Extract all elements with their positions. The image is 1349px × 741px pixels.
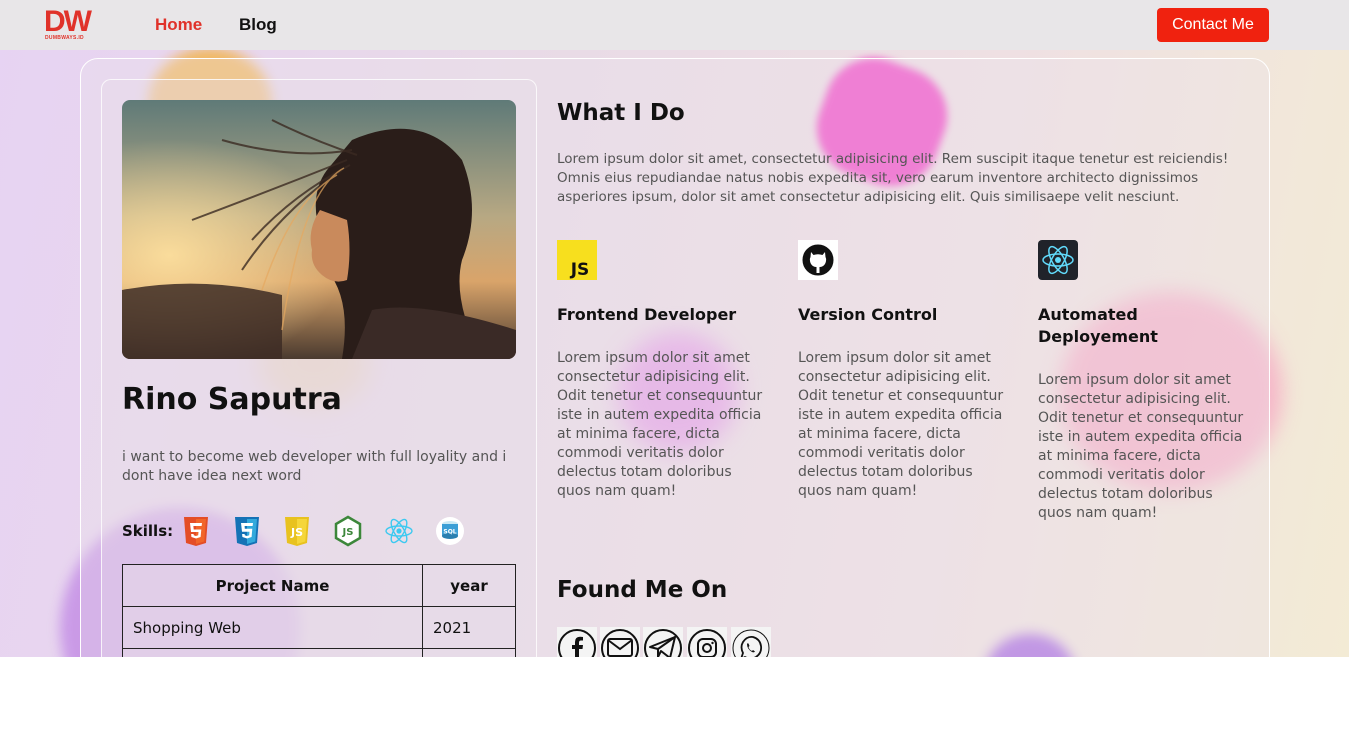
- react-icon: [1038, 240, 1078, 280]
- profile-photo-image: [122, 100, 516, 359]
- facebook-icon[interactable]: [557, 627, 597, 657]
- logo[interactable]: DW DUMBWAYS.ID: [44, 7, 96, 43]
- project-year-cell: 2021: [422, 606, 516, 649]
- nav-link-blog[interactable]: Blog: [239, 15, 277, 35]
- profile-name: Rino Saputra: [122, 382, 342, 417]
- email-icon[interactable]: [600, 627, 640, 657]
- what-i-do-intro: Lorem ipsum dolor sit amet, consectetur …: [557, 151, 1229, 205]
- projects-table: Project Name year Shopping Web 2021: [122, 564, 516, 657]
- sql-icon: SQL: [436, 517, 464, 545]
- service-title-version-control: Version Control: [798, 305, 938, 324]
- service-description-frontend: Lorem ipsum dolor sit amet consectetur a…: [557, 350, 763, 499]
- whatsapp-icon[interactable]: [731, 627, 771, 657]
- profile-photo: [122, 100, 516, 359]
- service-description-version-control: Lorem ipsum dolor sit amet consectetur a…: [798, 350, 1004, 499]
- logo-mark: DW: [44, 5, 92, 38]
- table-header-row: Project Name year: [122, 564, 516, 607]
- project-name-cell: [122, 648, 423, 657]
- html5-icon: [184, 517, 208, 546]
- what-i-do-heading: What I Do: [557, 100, 685, 126]
- github-icon: [798, 240, 838, 280]
- contact-me-button[interactable]: Contact Me: [1157, 8, 1269, 42]
- column-header-year: year: [422, 564, 516, 607]
- service-title-frontend: Frontend Developer: [557, 305, 737, 324]
- react-icon: [385, 518, 413, 544]
- javascript-icon: JS: [285, 517, 309, 546]
- instagram-icon[interactable]: [687, 627, 727, 657]
- telegram-icon[interactable]: [643, 627, 683, 657]
- table-row: [122, 648, 516, 657]
- logo-subtext: DUMBWAYS.ID: [45, 35, 84, 41]
- project-name-cell: Shopping Web: [122, 606, 423, 649]
- profile-bio: i want to become web developer with full…: [122, 449, 507, 484]
- nav-link-home[interactable]: Home: [155, 15, 202, 35]
- nodejs-icon: JS: [334, 515, 362, 547]
- svg-text:JS: JS: [342, 527, 354, 538]
- skills-label: Skills:: [122, 522, 174, 540]
- css3-icon: [235, 517, 259, 546]
- table-row: Shopping Web 2021: [122, 606, 516, 649]
- found-me-on-heading: Found Me On: [557, 577, 728, 603]
- svg-text:JS: JS: [570, 260, 590, 280]
- project-year-cell: [422, 648, 516, 657]
- svg-text:JS: JS: [290, 526, 303, 539]
- column-header-project-name: Project Name: [122, 564, 423, 607]
- page-viewport: DW DUMBWAYS.ID Home Blog Contact Me Rino…: [0, 0, 1349, 657]
- javascript-icon: JS: [557, 240, 597, 280]
- service-title-deployment: Automated Deployement: [1038, 305, 1158, 346]
- service-description-deployment: Lorem ipsum dolor sit amet consectetur a…: [1038, 372, 1244, 521]
- navbar: DW DUMBWAYS.ID Home Blog Contact Me: [0, 0, 1349, 50]
- svg-text:SQL: SQL: [443, 529, 456, 536]
